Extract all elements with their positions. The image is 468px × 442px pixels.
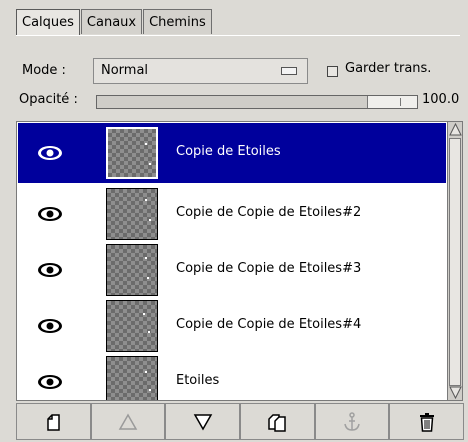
keep-transparency-checkbox[interactable] (327, 66, 338, 77)
duplicate-layer-icon (266, 412, 288, 432)
layer-row[interactable]: Copie de Copie de Etoiles#4 (18, 296, 446, 356)
layer-row[interactable]: Copie de Copie de Etoiles#3 (18, 240, 446, 300)
visibility-eye-icon[interactable] (37, 374, 63, 394)
opacity-label: Opacité : (19, 92, 78, 107)
mode-select[interactable]: Normal (93, 58, 308, 84)
visibility-eye-icon[interactable] (37, 145, 63, 165)
tab-channels[interactable]: Canaux (80, 9, 143, 34)
tab-bar: Calques Canaux Chemins (16, 9, 213, 36)
layer-name: Copie de Copie de Etoiles#3 (176, 261, 362, 276)
scroll-up-arrow-icon[interactable] (449, 122, 462, 136)
layer-row[interactable]: Copie de Copie de Etoiles#2 (18, 184, 446, 244)
visibility-eye-icon[interactable] (37, 262, 63, 282)
layer-thumbnail (106, 300, 158, 352)
option-menu-indicator-icon (281, 67, 297, 75)
tab-layers[interactable]: Calques (16, 9, 80, 36)
delete-layer-button[interactable] (389, 403, 465, 440)
visibility-eye-icon[interactable] (37, 318, 63, 338)
mode-label: Mode : (22, 63, 66, 78)
anchor-layer-icon (341, 411, 363, 433)
opacity-value: 100.0 (422, 92, 460, 107)
layer-row[interactable]: Copie de Etoiles (18, 123, 446, 183)
layer-name: Copie de Copie de Etoiles#2 (176, 205, 362, 220)
layer-row[interactable]: Etoiles (18, 352, 446, 400)
layer-thumbnail (106, 356, 158, 400)
layer-list-scrollbar[interactable] (447, 121, 463, 401)
layer-thumbnail (106, 188, 158, 240)
layer-name: Etoiles (176, 373, 220, 388)
mode-select-value: Normal (101, 63, 149, 78)
layer-thumbnail (106, 244, 158, 296)
opacity-slider[interactable] (96, 95, 418, 109)
tab-paths[interactable]: Chemins (143, 9, 212, 34)
trash-icon (417, 411, 437, 433)
duplicate-layer-button[interactable] (240, 403, 315, 440)
raise-layer-icon (118, 412, 138, 431)
raise-layer-button[interactable] (90, 403, 166, 440)
lower-layer-button[interactable] (165, 403, 241, 440)
new-layer-button[interactable] (16, 403, 91, 440)
new-layer-icon (43, 412, 63, 432)
layer-toolbar (16, 403, 465, 440)
lower-layer-icon (193, 413, 213, 431)
anchor-layer-button[interactable] (314, 403, 390, 440)
layer-thumbnail (106, 127, 158, 179)
layer-name: Copie de Etoiles (176, 144, 281, 159)
visibility-eye-icon[interactable] (37, 206, 63, 226)
scrollbar-thumb[interactable] (449, 138, 461, 386)
layer-name: Copie de Copie de Etoiles#4 (176, 317, 362, 332)
scroll-down-arrow-icon[interactable] (449, 386, 462, 400)
opacity-slider-thumb[interactable] (367, 96, 417, 108)
keep-transparency-label: Garder trans. (345, 61, 432, 76)
layer-list: Copie de Etoiles Copie de Copie de Etoil… (16, 121, 448, 401)
tab-divider (16, 35, 460, 36)
